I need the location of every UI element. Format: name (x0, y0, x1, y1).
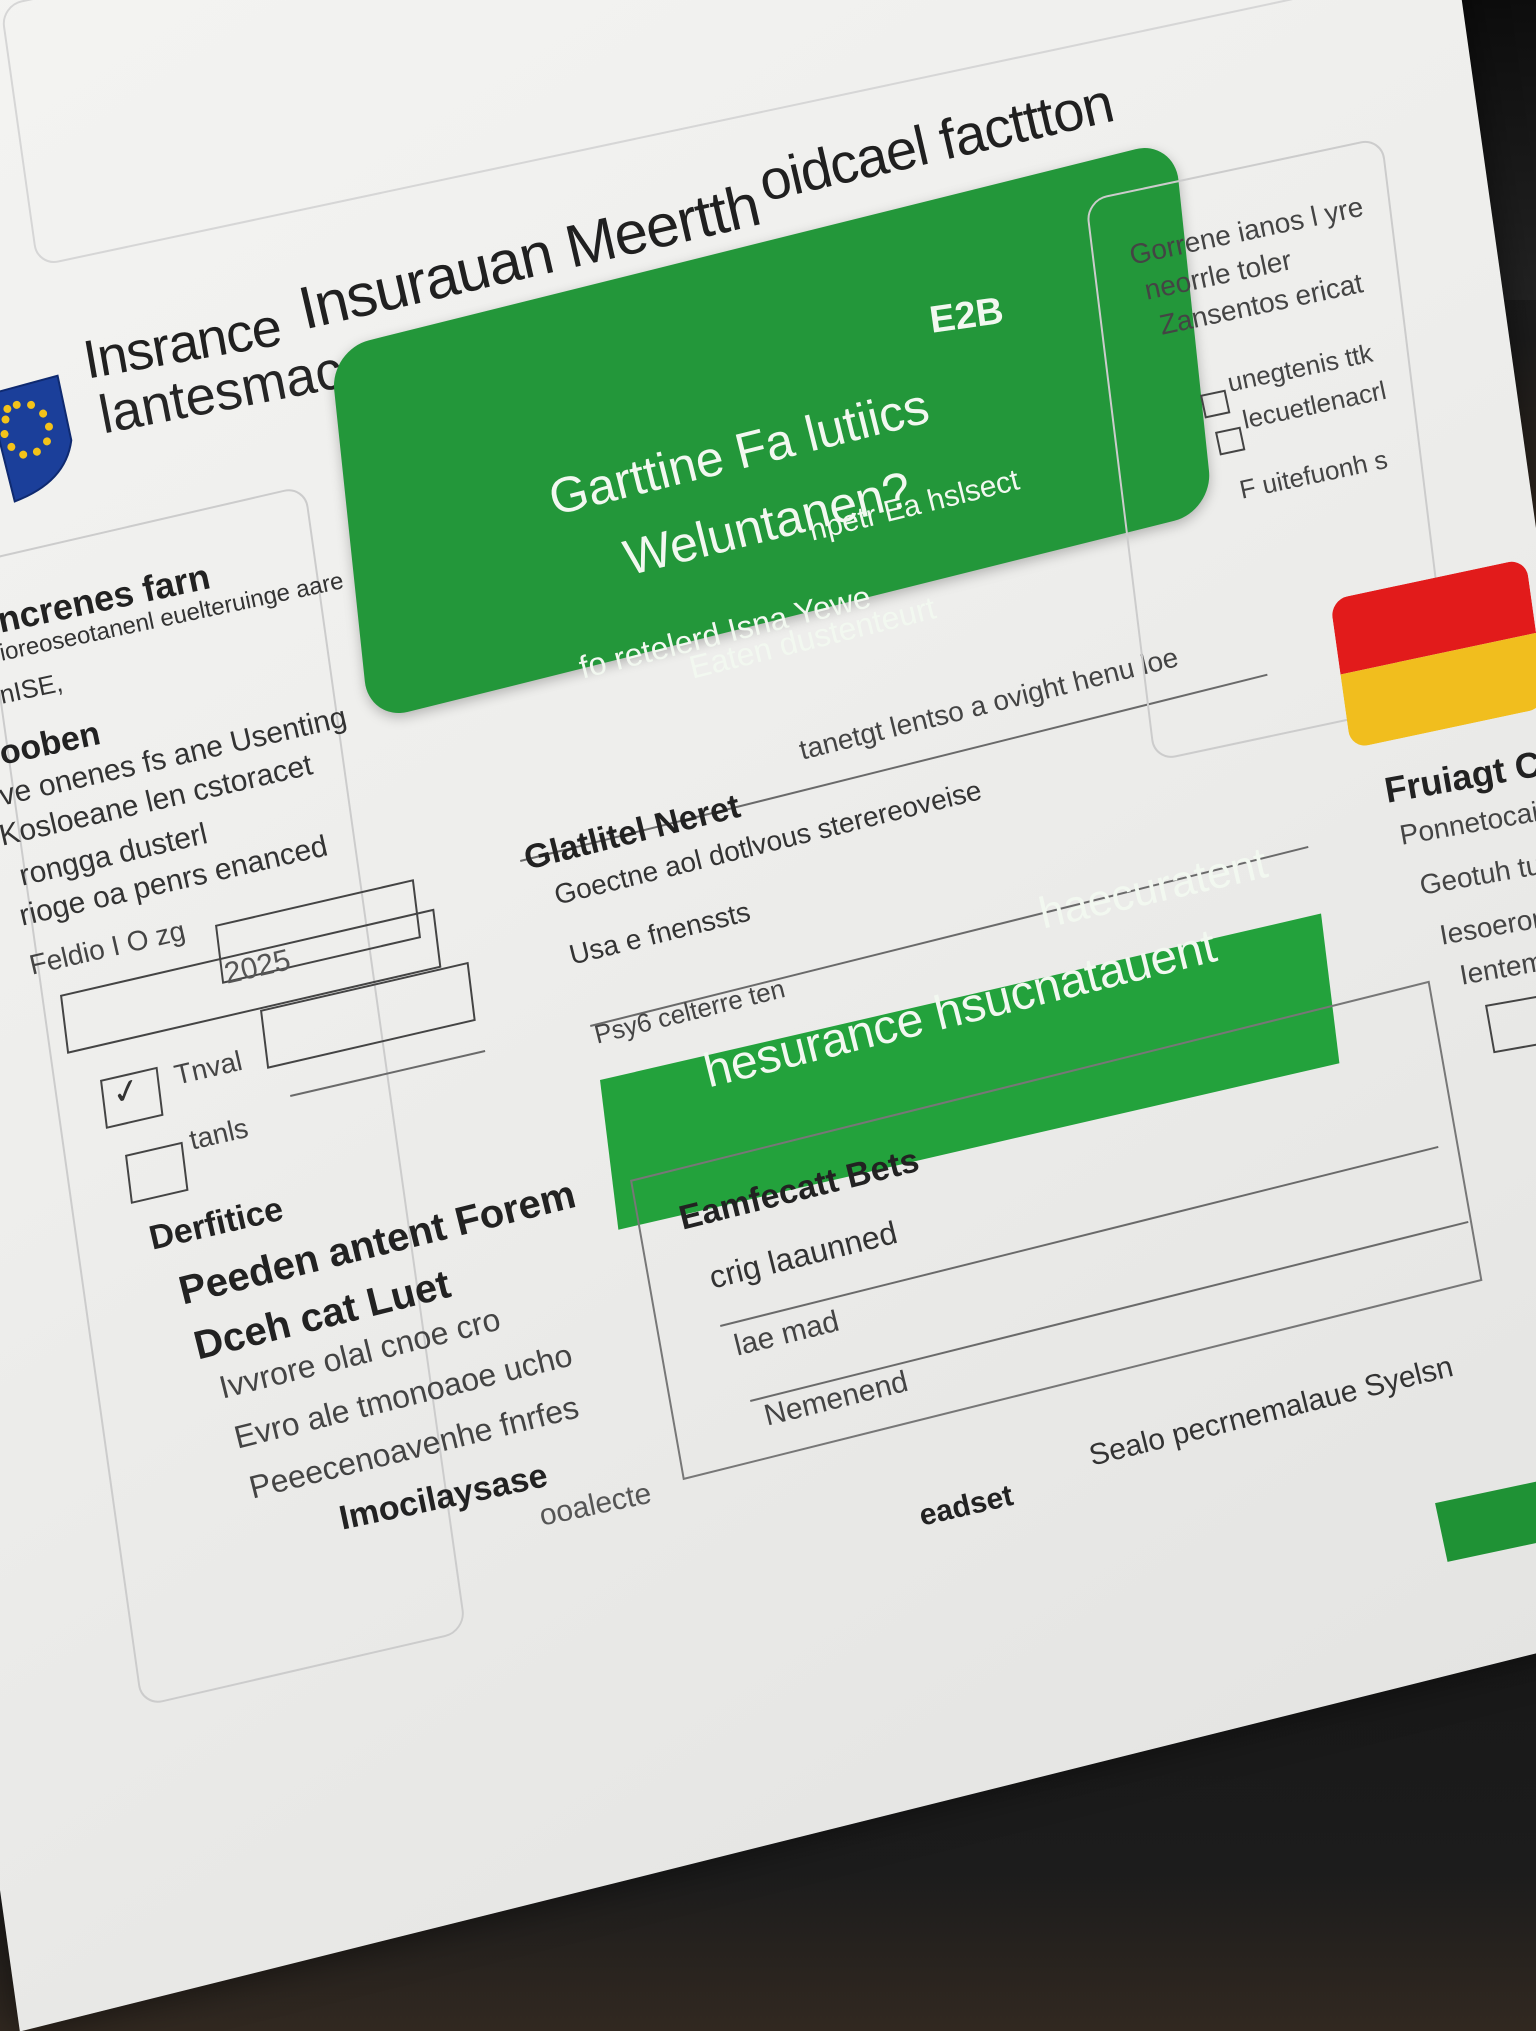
middle-paragraph: Usa e fnenssts (566, 895, 754, 971)
right-line: Geotuh tu (1417, 848, 1536, 901)
right-line: Iesoerontnyu (1437, 892, 1536, 951)
lower-footer: Sealo pecrnemalaue Syelsn (1085, 1350, 1457, 1473)
form-content: Insrance Insurauan Meertth oidcael factt… (0, 0, 1536, 1708)
left-footer-tail: ooalecte (536, 1476, 655, 1533)
lower-footer: eadset (916, 1479, 1017, 1533)
banner-upper-text: haecuratent (1034, 838, 1272, 939)
right-line: Ientemra (1457, 941, 1536, 991)
eu-flag-shield-icon (0, 374, 73, 503)
text-field[interactable] (1485, 993, 1536, 1054)
rule-caption: tanetgt lentso a ovight henu loe (796, 641, 1182, 766)
